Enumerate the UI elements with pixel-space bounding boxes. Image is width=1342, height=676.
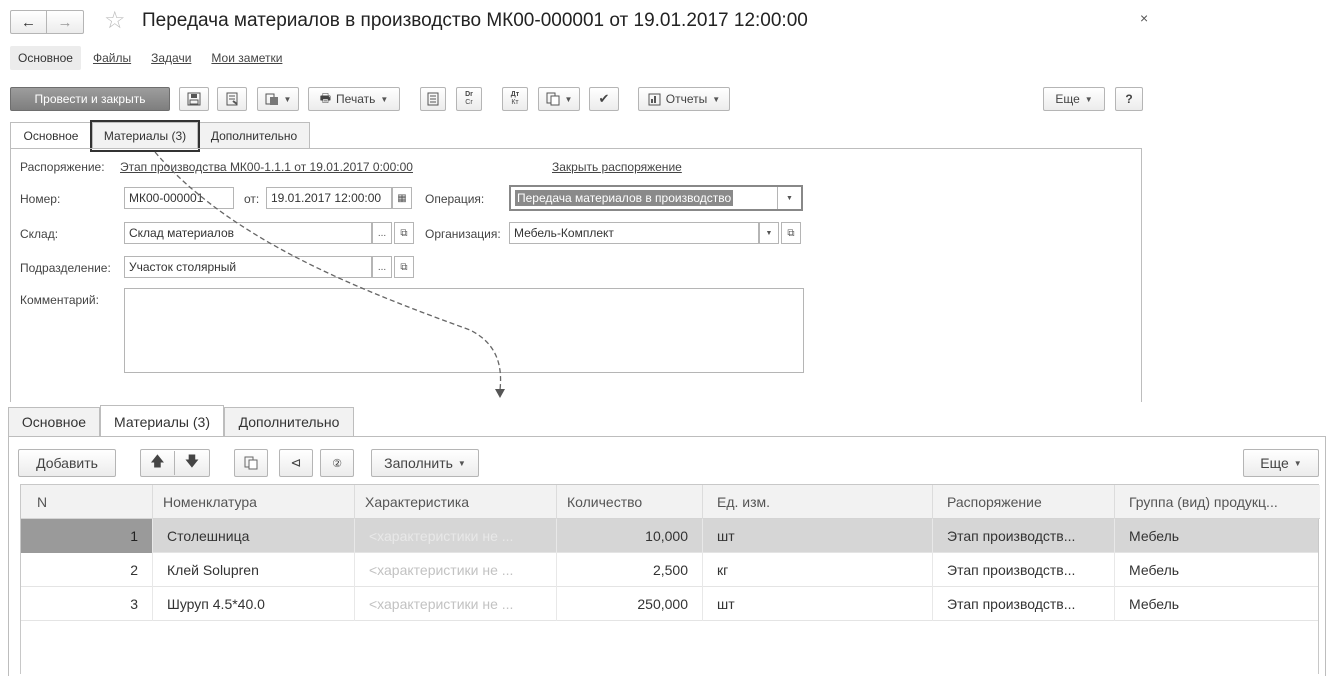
table-header: N Номенклатура Характеристика Количество…: [21, 485, 1320, 519]
row-quantity: 10,000: [557, 519, 703, 553]
copy-icon: [244, 456, 258, 470]
move-up-icon[interactable]: 🡅: [141, 451, 176, 475]
row-order: Этап производств...: [933, 519, 1115, 553]
col-n[interactable]: N: [21, 485, 153, 519]
row-item: Клей Solupren: [153, 553, 355, 587]
detail-tab-materials[interactable]: Материалы (3): [100, 405, 224, 437]
table-row[interactable]: 3 Шуруп 4.5*40.0 <характеристики не ... …: [21, 587, 1318, 621]
chevron-down-icon: ▼: [457, 458, 466, 468]
add-button[interactable]: Добавить: [18, 449, 116, 477]
materials-table: N Номенклатура Характеристика Количество…: [20, 484, 1320, 674]
share-button[interactable]: ⊲: [279, 449, 313, 477]
chevron-down-icon: ▼: [1293, 458, 1302, 468]
table-row[interactable]: 2 Клей Solupren <характеристики не ... 2…: [21, 553, 1318, 587]
move-down-icon[interactable]: 🡇: [175, 451, 209, 475]
row-order: Этап производств...: [933, 553, 1115, 587]
col-order[interactable]: Распоряжение: [933, 485, 1115, 519]
share-icon: ⊲: [290, 455, 302, 470]
row-characteristic: <характеристики не ...: [355, 519, 557, 553]
row-quantity: 2,500: [557, 553, 703, 587]
detail-tab-main[interactable]: Основное: [8, 407, 100, 436]
row-n: 3: [21, 587, 153, 621]
col-characteristic[interactable]: Характеристика: [355, 485, 557, 519]
row-n: 1: [21, 519, 153, 553]
detail-more-label: Еще: [1260, 455, 1289, 471]
table-row[interactable]: 1 Столешница <характеристики не ... 10,0…: [21, 519, 1318, 553]
col-quantity[interactable]: Количество: [557, 485, 703, 519]
fill-label: Заполнить: [384, 455, 453, 471]
row-group: Мебель: [1129, 528, 1180, 544]
row-characteristic: <характеристики не ...: [355, 553, 557, 587]
col-item[interactable]: Номенклатура: [153, 485, 355, 519]
col-group[interactable]: Группа (вид) продукц...: [1115, 485, 1320, 519]
row-item: Шуруп 4.5*40.0: [153, 587, 355, 621]
row-quantity: 250,000: [557, 587, 703, 621]
move-up-down-group: 🡅 🡇: [140, 449, 210, 477]
row-unit: кг: [703, 553, 933, 587]
renumber-button[interactable]: ②: [320, 449, 354, 477]
renumber-icon: ②: [332, 457, 342, 470]
row-item: Столешница: [153, 519, 355, 553]
row-group: Мебель: [1129, 562, 1180, 578]
row-characteristic: <характеристики не ...: [355, 587, 557, 621]
fill-button[interactable]: Заполнить ▼: [371, 449, 479, 477]
row-n: 2: [21, 553, 153, 587]
col-unit[interactable]: Ед. изм.: [703, 485, 933, 519]
detail-more-button[interactable]: Еще ▼: [1243, 449, 1319, 477]
row-unit: шт: [703, 519, 933, 553]
row-order: Этап производств...: [933, 587, 1115, 621]
row-group: Мебель: [1129, 596, 1180, 612]
detail-tab-additional[interactable]: Дополнительно: [224, 407, 354, 436]
copy-row-button[interactable]: [234, 449, 268, 477]
row-unit: шт: [703, 587, 933, 621]
